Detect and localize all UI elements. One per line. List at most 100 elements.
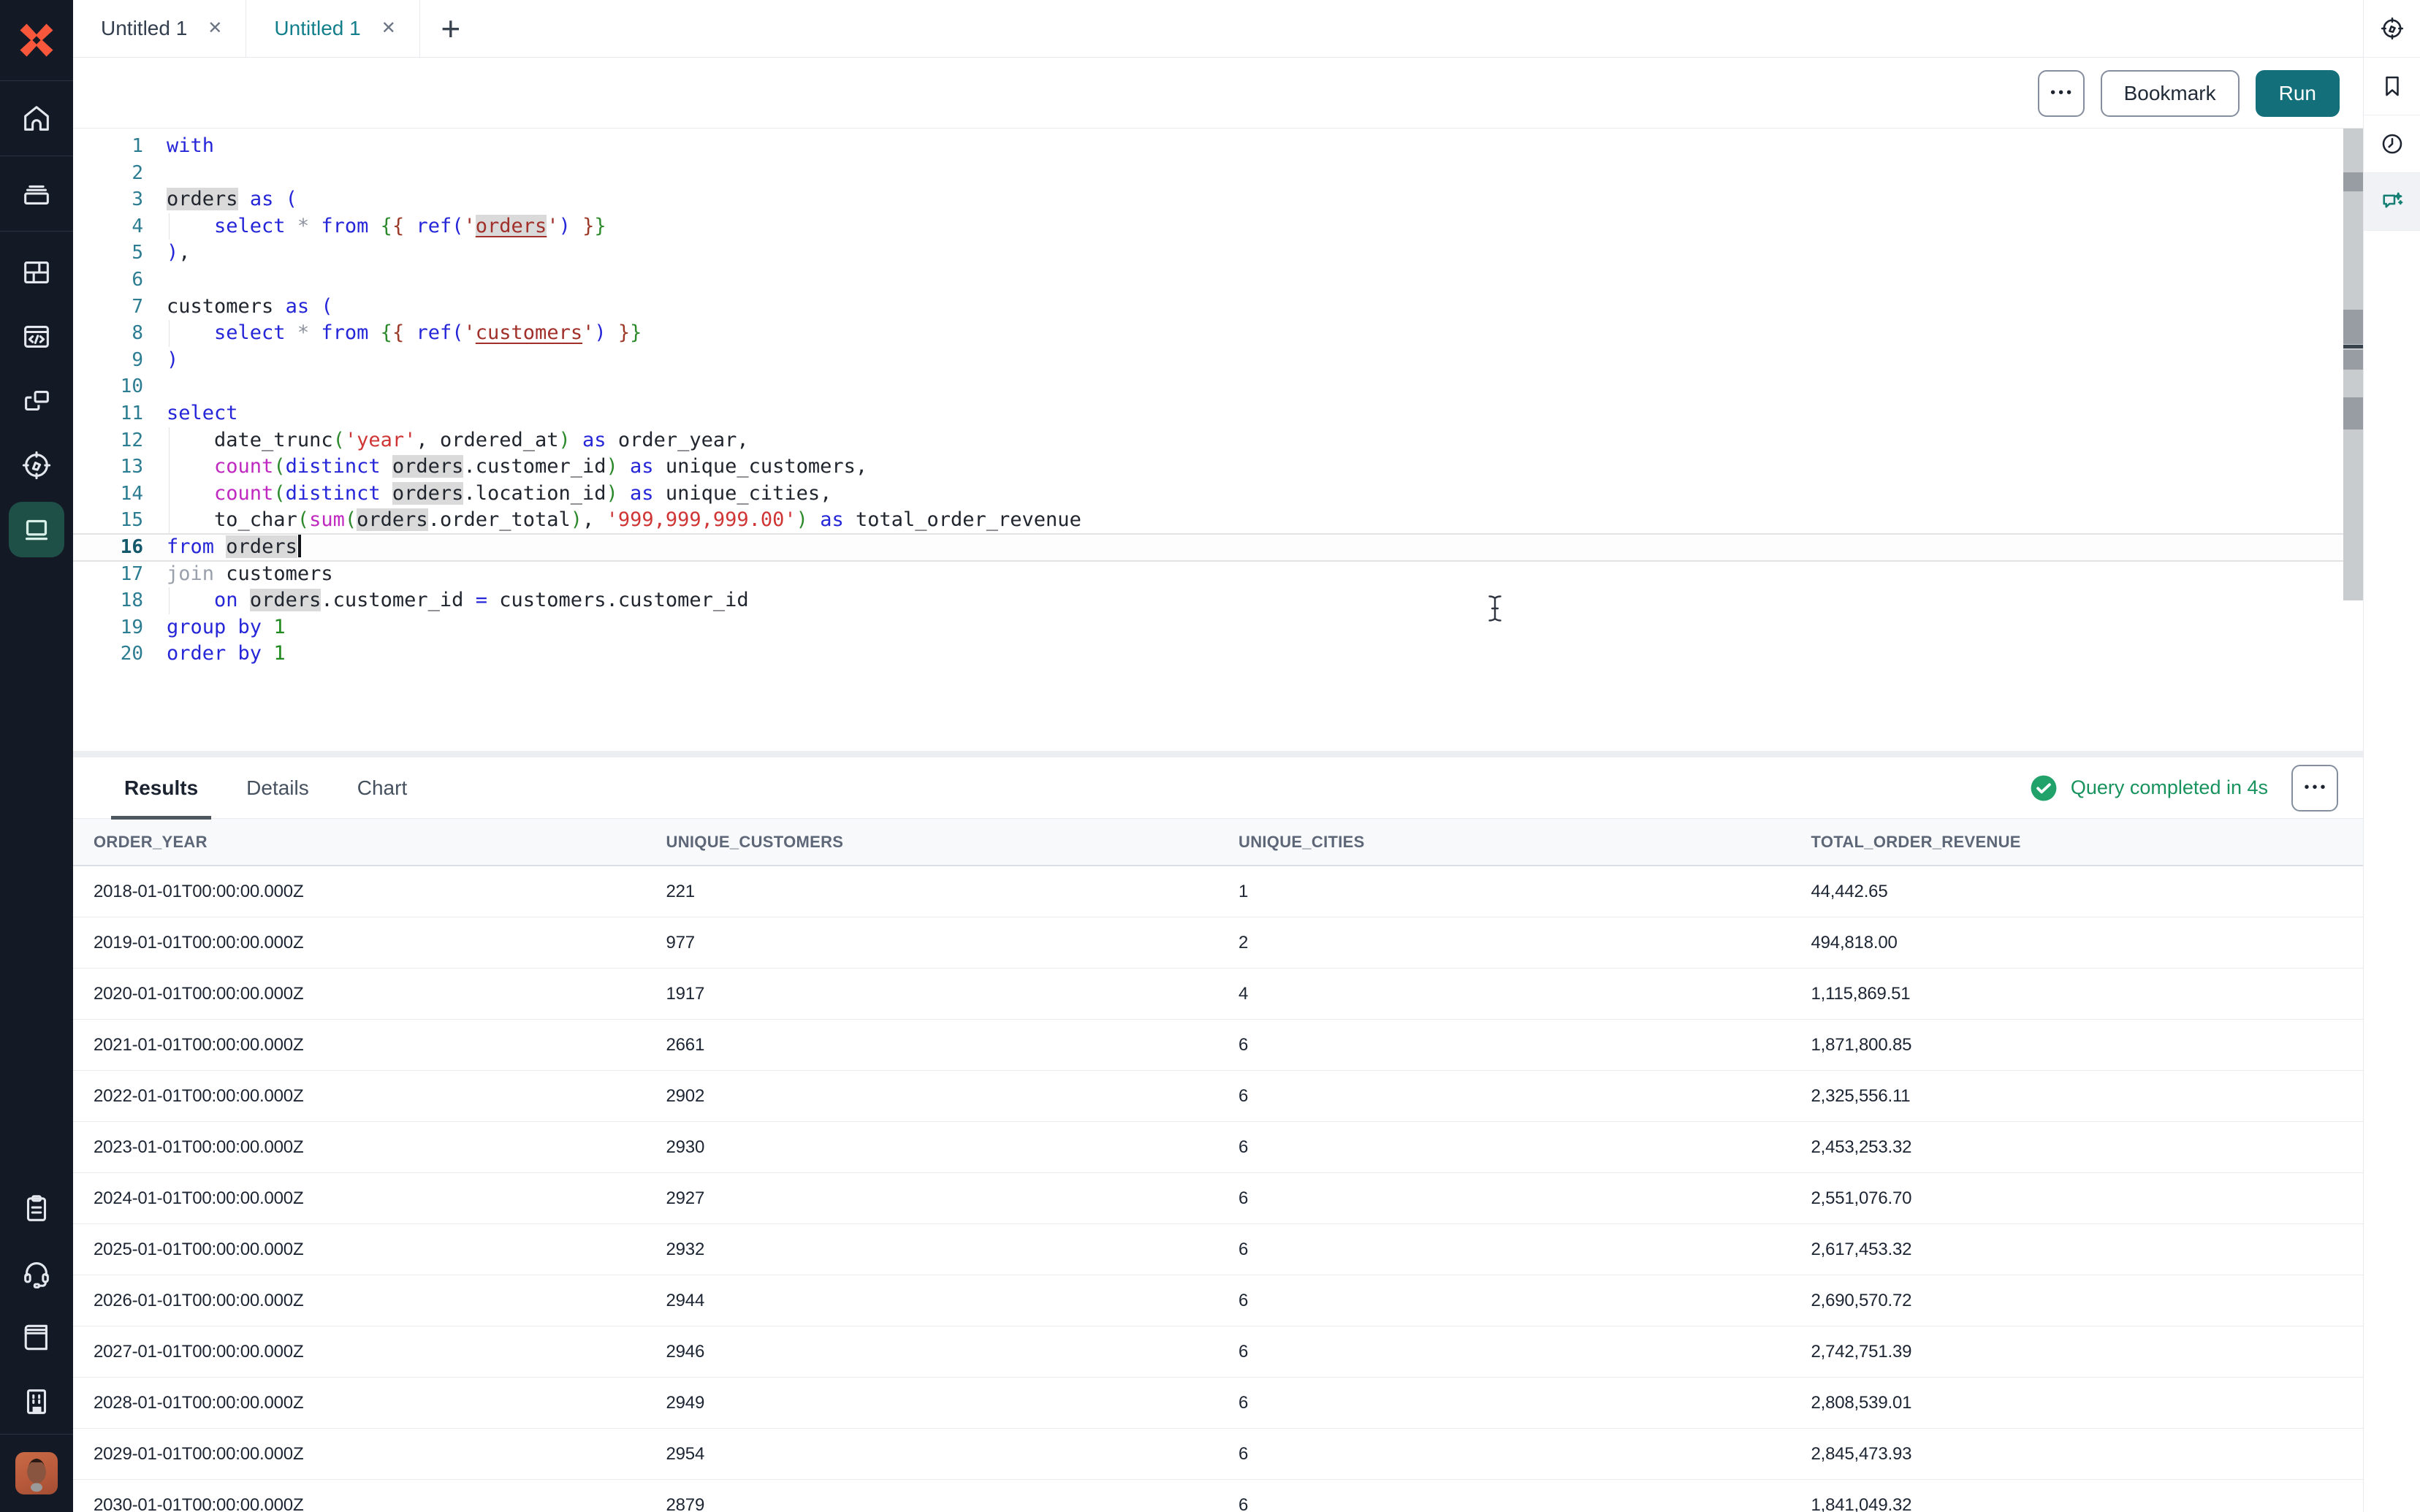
table-cell[interactable]: 1,841,049.32 <box>1791 1495 2364 1512</box>
table-cell[interactable]: 6 <box>1218 1137 1791 1158</box>
table-cell[interactable]: 2949 <box>646 1393 1219 1413</box>
sidebar-item-storage[interactable] <box>0 156 73 231</box>
table-cell[interactable]: 2946 <box>646 1342 1219 1362</box>
code-line[interactable]: 9) <box>73 347 2363 374</box>
table-cell[interactable]: 4 <box>1218 984 1791 1004</box>
sidebar-item-home[interactable] <box>0 81 73 156</box>
table-cell[interactable]: 2027-01-01T00:00:00.000Z <box>73 1342 646 1362</box>
table-row[interactable]: 2026-01-01T00:00:00.000Z294462,690,570.7… <box>73 1275 2363 1326</box>
table-cell[interactable]: 2944 <box>646 1291 1219 1311</box>
sidebar-item-changelog[interactable] <box>0 1177 73 1241</box>
sidebar-item-explore[interactable] <box>0 433 73 497</box>
run-button[interactable]: Run <box>2256 70 2340 117</box>
table-cell[interactable]: 6 <box>1218 1342 1791 1362</box>
rail-item-history[interactable] <box>2364 115 2420 173</box>
results-more-button[interactable]: ••• <box>2291 765 2338 812</box>
table-cell[interactable]: 2 <box>1218 933 1791 953</box>
new-tab-button[interactable]: + <box>420 0 482 57</box>
table-cell[interactable]: 2018-01-01T00:00:00.000Z <box>73 882 646 902</box>
paradime-logo[interactable] <box>0 0 73 80</box>
table-cell[interactable]: 1,115,869.51 <box>1791 984 2364 1004</box>
table-row[interactable]: 2023-01-01T00:00:00.000Z293062,453,253.3… <box>73 1122 2363 1173</box>
user-menu[interactable] <box>0 1435 73 1512</box>
table-cell[interactable]: 6 <box>1218 1035 1791 1055</box>
table-row[interactable]: 2022-01-01T00:00:00.000Z290262,325,556.1… <box>73 1071 2363 1122</box>
table-row[interactable]: 2020-01-01T00:00:00.000Z191741,115,869.5… <box>73 969 2363 1020</box>
table-cell[interactable]: 2930 <box>646 1137 1219 1158</box>
sidebar-item-apps[interactable] <box>0 369 73 433</box>
results-tab-details[interactable]: Details <box>246 757 309 819</box>
table-cell[interactable]: 2029-01-01T00:00:00.000Z <box>73 1444 646 1465</box>
code-line[interactable]: 15 to_char(sum(orders.order_total), '999… <box>73 507 2363 534</box>
table-row[interactable]: 2029-01-01T00:00:00.000Z295462,845,473.9… <box>73 1429 2363 1480</box>
table-cell[interactable]: 2022-01-01T00:00:00.000Z <box>73 1086 646 1107</box>
table-cell[interactable]: 6 <box>1218 1444 1791 1465</box>
sidebar-item-dashboards[interactable] <box>0 240 73 305</box>
sidebar-item-organization[interactable] <box>0 1370 73 1434</box>
table-cell[interactable]: 2,808,539.01 <box>1791 1393 2364 1413</box>
table-cell[interactable]: 2023-01-01T00:00:00.000Z <box>73 1137 646 1158</box>
table-cell[interactable]: 6 <box>1218 1393 1791 1413</box>
code-line[interactable]: 12 date_trunc('year', ordered_at) as ord… <box>73 427 2363 454</box>
table-cell[interactable]: 2,617,453.32 <box>1791 1240 2364 1260</box>
table-cell[interactable]: 2902 <box>646 1086 1219 1107</box>
code-line[interactable]: 13 count(distinct orders.customer_id) as… <box>73 454 2363 481</box>
table-cell[interactable]: 2020-01-01T00:00:00.000Z <box>73 984 646 1004</box>
code-line[interactable]: 19group by 1 <box>73 614 2363 641</box>
table-cell[interactable]: 2,325,556.11 <box>1791 1086 2364 1107</box>
table-row[interactable]: 2018-01-01T00:00:00.000Z221144,442.65 <box>73 866 2363 917</box>
table-cell[interactable]: 221 <box>646 882 1219 902</box>
editor-scrollbar[interactable] <box>2343 129 2363 600</box>
sidebar-item-code-ide[interactable] <box>0 305 73 369</box>
table-cell[interactable]: 2028-01-01T00:00:00.000Z <box>73 1393 646 1413</box>
code-line[interactable]: 10 <box>73 373 2363 400</box>
table-row[interactable]: 2025-01-01T00:00:00.000Z293262,617,453.3… <box>73 1224 2363 1275</box>
table-cell[interactable]: 2661 <box>646 1035 1219 1055</box>
rail-item-bookmarks[interactable] <box>2364 58 2420 115</box>
table-cell[interactable]: 2,742,751.39 <box>1791 1342 2364 1362</box>
code-line[interactable]: 17join customers <box>73 561 2363 588</box>
code-line[interactable]: 7customers as ( <box>73 294 2363 321</box>
table-cell[interactable]: 2025-01-01T00:00:00.000Z <box>73 1240 646 1260</box>
tab-close-icon[interactable]: ✕ <box>381 20 396 37</box>
code-line[interactable]: 1with <box>73 133 2363 160</box>
table-cell[interactable]: 2019-01-01T00:00:00.000Z <box>73 933 646 953</box>
code-line[interactable]: 16from orders <box>73 534 2363 561</box>
code-line[interactable]: 18 on orders.customer_id = customers.cus… <box>73 587 2363 614</box>
table-row[interactable]: 2019-01-01T00:00:00.000Z9772494,818.00 <box>73 917 2363 969</box>
table-cell[interactable]: 2024-01-01T00:00:00.000Z <box>73 1188 646 1209</box>
table-cell[interactable]: 1917 <box>646 984 1219 1004</box>
rail-item-ai-assistant[interactable] <box>2364 173 2420 231</box>
table-cell[interactable]: 2,690,570.72 <box>1791 1291 2364 1311</box>
rail-item-explore[interactable] <box>2364 0 2420 58</box>
sql-editor[interactable]: 1with23orders as (4 select * from {{ ref… <box>73 129 2363 751</box>
code-line[interactable]: 5), <box>73 240 2363 267</box>
table-row[interactable]: 2024-01-01T00:00:00.000Z292762,551,076.7… <box>73 1173 2363 1224</box>
code-line[interactable]: 2 <box>73 160 2363 187</box>
tab-close-icon[interactable]: ✕ <box>208 20 222 37</box>
table-cell[interactable]: 44,442.65 <box>1791 882 2364 902</box>
table-cell[interactable]: 2927 <box>646 1188 1219 1209</box>
results-tab-results[interactable]: Results <box>124 757 198 819</box>
editor-results-splitter[interactable] <box>73 751 2363 757</box>
more-options-button[interactable]: ••• <box>2038 70 2085 117</box>
sidebar-item-terminal-active[interactable] <box>0 497 73 562</box>
code-line[interactable]: 4 select * from {{ ref('orders') }} <box>73 213 2363 240</box>
code-line[interactable]: 8 select * from {{ ref('customers') }} <box>73 320 2363 347</box>
table-cell[interactable]: 6 <box>1218 1495 1791 1512</box>
results-tab-chart[interactable]: Chart <box>357 757 407 819</box>
sidebar-item-docs[interactable] <box>0 1305 73 1370</box>
table-row[interactable]: 2030-01-01T00:00:00.000Z287961,841,049.3… <box>73 1480 2363 1512</box>
table-cell[interactable]: 2,453,253.32 <box>1791 1137 2364 1158</box>
table-cell[interactable]: 2932 <box>646 1240 1219 1260</box>
column-header[interactable]: TOTAL_ORDER_REVENUE <box>1791 833 2364 852</box>
table-cell[interactable]: 2026-01-01T00:00:00.000Z <box>73 1291 646 1311</box>
bookmark-button[interactable]: Bookmark <box>2101 70 2240 117</box>
column-header[interactable]: ORDER_YEAR <box>73 833 646 852</box>
table-cell[interactable]: 6 <box>1218 1086 1791 1107</box>
column-header[interactable]: UNIQUE_CITIES <box>1218 833 1791 852</box>
table-cell[interactable]: 2,551,076.70 <box>1791 1188 2364 1209</box>
table-cell[interactable]: 1,871,800.85 <box>1791 1035 2364 1055</box>
document-tab[interactable]: Untitled 1✕ <box>246 0 419 57</box>
code-line[interactable]: 14 count(distinct orders.location_id) as… <box>73 481 2363 508</box>
